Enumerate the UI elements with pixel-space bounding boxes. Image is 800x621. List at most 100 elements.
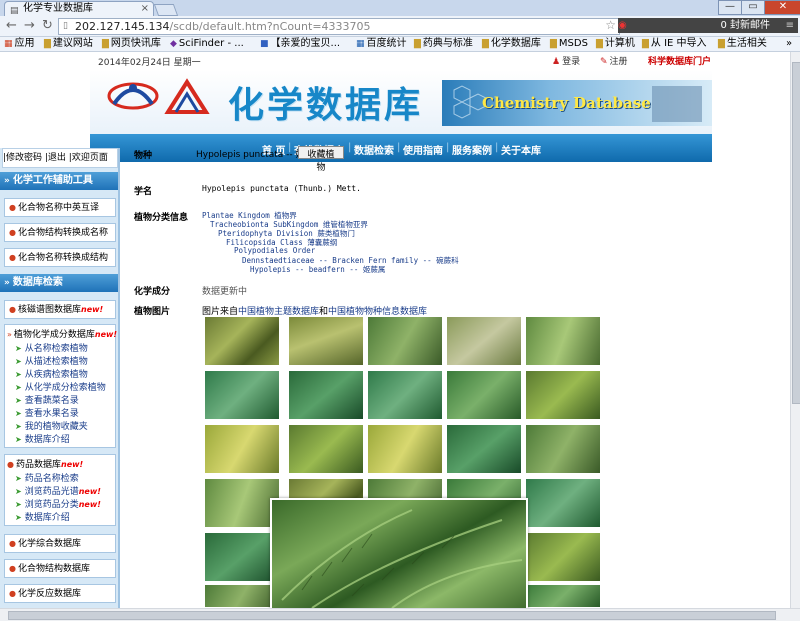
portal-link[interactable]: 科学数据库门户 [648, 54, 711, 67]
folder-icon: ▇ [550, 39, 557, 49]
plant-photo[interactable] [446, 316, 522, 366]
plant-photo[interactable] [204, 584, 280, 608]
phyto-database-link[interactable]: » 植物化学成分数据库new! [7, 327, 117, 340]
collect-plant-button[interactable]: 收藏植物 [298, 146, 344, 172]
taxonomy-order[interactable]: Polypodiales Order [234, 246, 315, 255]
plant-photo[interactable] [446, 424, 522, 474]
plant-photo[interactable] [367, 316, 443, 366]
horizontal-scrollbar[interactable] [0, 608, 800, 621]
vertical-scrollbar[interactable] [790, 52, 800, 608]
arrow-icon: ➤ [15, 487, 22, 496]
plant-photo[interactable] [525, 532, 601, 582]
phyto-search-by-desc[interactable]: ➤ 从描述检索植物 [15, 354, 88, 367]
plant-photo[interactable] [288, 424, 364, 474]
new-tab-button[interactable] [153, 4, 179, 16]
register-link[interactable]: ✎ 注册 [600, 54, 628, 67]
phyto-search-by-name[interactable]: ➤ 从名称检索植物 [15, 341, 88, 354]
bookmark-webslice[interactable]: ▇ 网页快讯库 [102, 37, 161, 51]
drug-intro[interactable]: ➤ 数据库介绍 [15, 510, 70, 523]
bookmark-baby[interactable]: ■ 【亲爱的宝贝... [260, 37, 340, 51]
site-banner: 化学数据库 Chemistry Database [90, 70, 712, 136]
plant-photo[interactable] [204, 370, 280, 420]
tool-structure-to-name[interactable]: ● 化合物结构转换成名称 [4, 223, 116, 242]
bookmark-pharmacopoeia[interactable]: ▇ 药典与标准 [414, 37, 473, 51]
user-links[interactable]: |修改密码 |退出 |欢迎页面 [2, 148, 118, 168]
maximize-button[interactable]: ▭ [741, 0, 765, 15]
plant-photo[interactable] [204, 478, 280, 528]
plant-photo[interactable] [367, 370, 443, 420]
folder-icon: ▇ [102, 39, 109, 49]
general-chem-db-link[interactable]: ● 化学综合数据库 [4, 534, 116, 553]
plant-photo[interactable] [367, 424, 443, 474]
drug-name-search[interactable]: ➤ 药品名称检索 [15, 471, 79, 484]
browser-tab[interactable]: ▤ 化学专业数据库 × [4, 1, 154, 17]
plant-photo[interactable] [525, 478, 601, 528]
nmr-database-link[interactable]: ● 核磁谱图数据库new! [4, 300, 116, 319]
phyto-fruits[interactable]: ➤ 查看水果名录 [15, 406, 79, 419]
bookmark-suggested[interactable]: ▇ 建议网站 [44, 37, 93, 51]
arrow-icon: ➤ [15, 435, 22, 444]
plant-photo[interactable] [204, 316, 280, 366]
bookmark-computer[interactable]: ▇ 计算机 [596, 37, 635, 51]
bookmark-life[interactable]: ▇ 生活相关 [718, 37, 767, 51]
new-badge: new! [81, 305, 104, 314]
academy-logo [162, 76, 212, 126]
bookmark-baidu[interactable]: ▦ 百度统计 [356, 37, 407, 51]
folder-icon: ▇ [482, 39, 489, 49]
tool-name-translate[interactable]: ● 化合物名称中英互译 [4, 198, 116, 217]
bookmarks-overflow[interactable]: » [786, 37, 792, 51]
login-link[interactable]: ♟ 登录 [552, 54, 580, 67]
horizontal-scroll-thumb[interactable] [8, 611, 776, 620]
taxonomy-label: 植物分类信息 [134, 213, 189, 223]
phyto-search-by-disease[interactable]: ➤ 从疾病检索植物 [15, 367, 88, 380]
address-bar[interactable]: ▯ 202.127.145.134/scdb/default.htm?nCoun… [58, 18, 620, 35]
phyto-favorites[interactable]: ➤ 我的植物收藏夹 [15, 419, 88, 432]
bookmark-msds[interactable]: ▇ MSDS [550, 37, 588, 51]
close-window-button[interactable]: ✕ [764, 0, 800, 15]
drug-categories[interactable]: ➤ 浏览药品分类new! [15, 497, 101, 510]
drug-spectra[interactable]: ➤ 浏览药品光谱new! [15, 484, 101, 497]
phyto-search-by-chem[interactable]: ➤ 从化学成分检索植物 [15, 380, 106, 393]
double-chevron-icon: » [4, 176, 10, 186]
reload-icon[interactable]: ↻ [42, 18, 53, 33]
back-arrow-icon[interactable]: ← [6, 18, 17, 33]
reaction-db-link[interactable]: ● 化学反应数据库 [4, 584, 116, 603]
plant-photo[interactable] [525, 584, 601, 608]
plant-photo[interactable] [204, 532, 280, 582]
folder-icon: ▇ [44, 39, 51, 49]
plant-photo[interactable] [204, 424, 280, 474]
phyto-vegetables[interactable]: ➤ 查看蔬菜名录 [15, 393, 79, 406]
species-value: Hypolepis punctata -- 姬蕨 [196, 150, 314, 160]
plant-photo[interactable] [525, 424, 601, 474]
bookmark-chemdb[interactable]: ▇ 化学数据库 [482, 37, 541, 51]
tool-name-to-structure[interactable]: ● 化合物名称转换成结构 [4, 248, 116, 267]
bookmark-apps[interactable]: ▦ 应用 [4, 37, 35, 51]
wrench-icon[interactable]: ≡ [786, 18, 794, 33]
favicon-icon: ■ [260, 39, 269, 49]
plant-photo[interactable] [446, 370, 522, 420]
page-viewport: 2014年02月24日 星期一 ♟登录 ✎注册 科学数据库门户 化学数据库 [0, 52, 790, 608]
forward-arrow-icon[interactable]: → [24, 18, 35, 33]
bookmark-scifinder[interactable]: ◆ SciFinder - ... [170, 37, 244, 51]
minimize-button[interactable]: — [718, 0, 742, 15]
tab-close-icon[interactable]: × [141, 2, 149, 16]
phyto-database-box: » 植物化学成分数据库new! ➤ 从名称检索植物 ➤ 从描述检索植物 ➤ 从疾病检索植… [4, 324, 117, 448]
enlarged-plant-photo[interactable] [270, 498, 528, 608]
arrow-icon: ➤ [15, 396, 22, 405]
plant-photo[interactable] [525, 370, 601, 420]
plant-photo[interactable] [525, 316, 601, 366]
mail-label: 封新邮件 [730, 20, 770, 31]
phyto-intro[interactable]: ➤ 数据库介绍 [15, 432, 70, 445]
bookmark-ie-import[interactable]: ▇ 从 IE 中导入 [642, 37, 707, 51]
plant-photo[interactable] [288, 316, 364, 366]
chem-label: 化学成分 [134, 287, 171, 297]
vertical-scroll-thumb[interactable] [792, 62, 800, 404]
bookmark-star-icon[interactable]: ☆ [605, 18, 616, 33]
structure-db-link[interactable]: ● 化合物结构数据库 [4, 559, 116, 578]
plant-photo[interactable] [288, 370, 364, 420]
sciname-value: Hypolepis punctata (Thunb.) Mett. [202, 184, 361, 193]
arrow-icon: ➤ [15, 422, 22, 431]
mail-extension-button[interactable]: ◉ 0 封新邮件 ≡ [618, 18, 798, 33]
taxonomy-genus[interactable]: Hypolepis -- beadfern -- 姬蕨属 [250, 264, 385, 275]
drug-database-link[interactable]: ● 药品数据库new! [7, 457, 83, 470]
